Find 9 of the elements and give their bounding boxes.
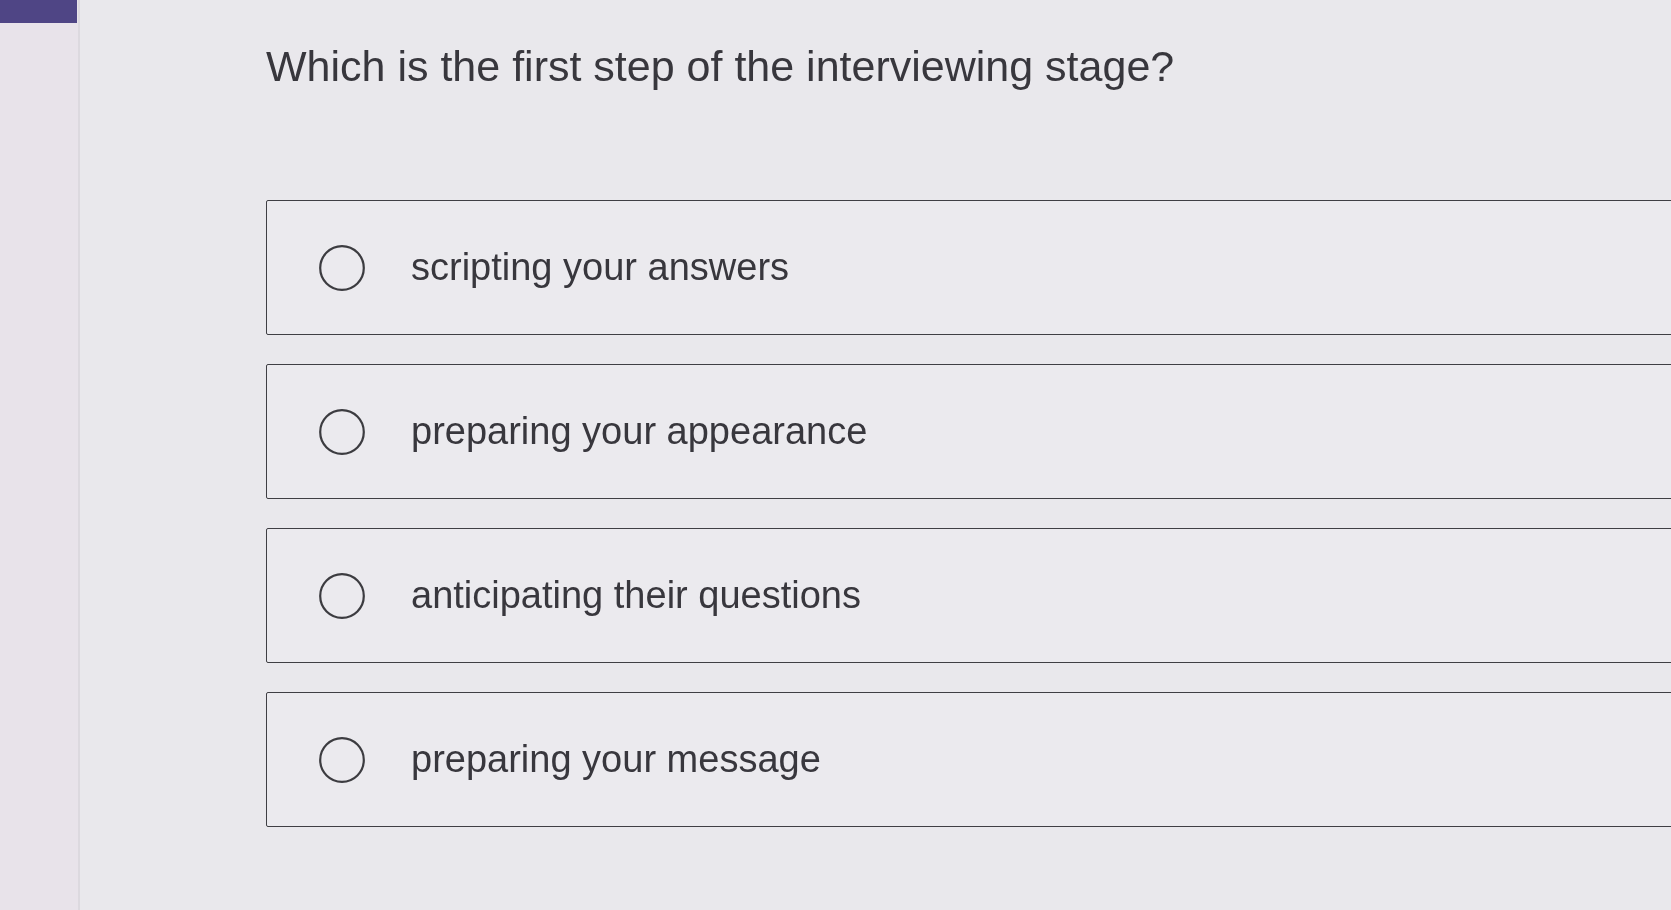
answer-option[interactable]: preparing your message bbox=[266, 692, 1671, 827]
radio-icon[interactable] bbox=[319, 244, 365, 291]
answer-option[interactable]: scripting your answers bbox=[266, 200, 1671, 335]
answer-option[interactable]: preparing your appearance bbox=[266, 364, 1671, 499]
radio-icon[interactable] bbox=[319, 572, 365, 619]
question-text: Which is the first step of the interviewing stage? bbox=[266, 41, 1175, 92]
answer-option[interactable]: anticipating their questions bbox=[266, 528, 1671, 663]
radio-icon[interactable] bbox=[319, 736, 365, 783]
radio-icon[interactable] bbox=[319, 408, 365, 455]
